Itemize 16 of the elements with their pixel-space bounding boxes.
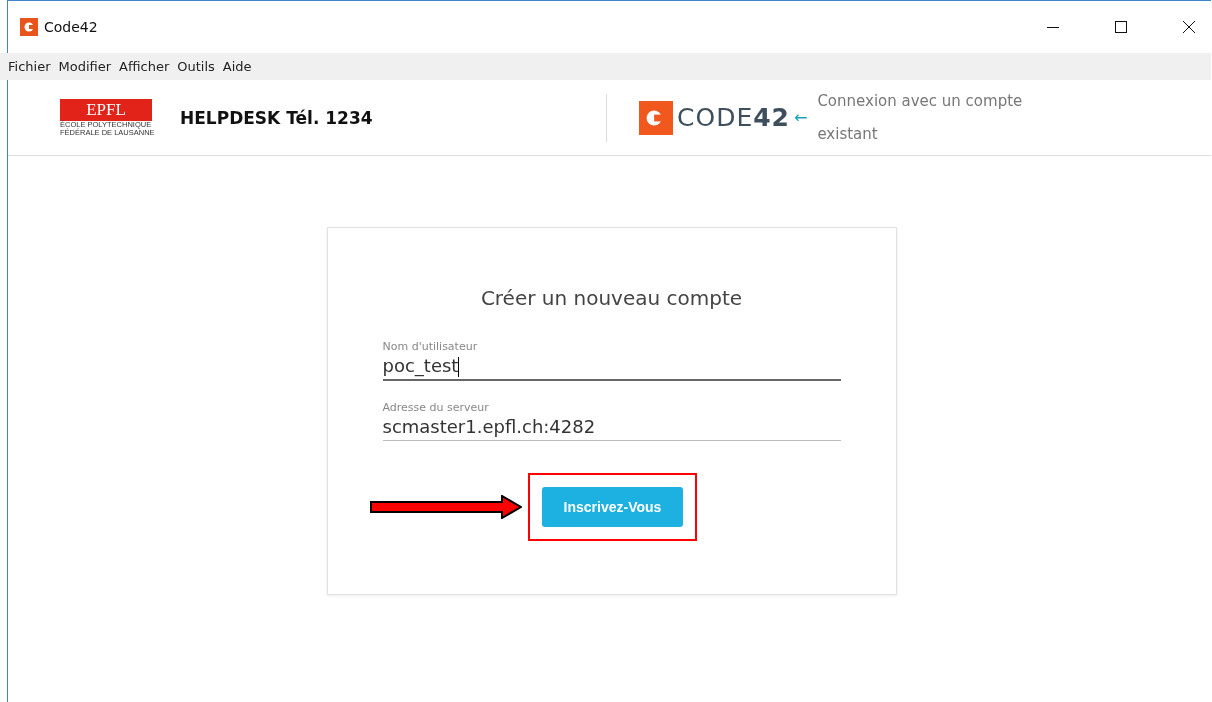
app-logo-icon (20, 18, 38, 36)
helpdesk-phone: HELPDESK Tél. 1234 (180, 107, 374, 128)
maximize-icon[interactable] (1115, 21, 1127, 33)
menu-item[interactable]: Aide (222, 59, 252, 74)
menu-item[interactable]: Outils (177, 59, 215, 74)
code42-logo-icon (639, 100, 673, 135)
login-link[interactable]: Connexion avec un compte existant (817, 84, 1078, 151)
menu-item[interactable]: Modifier (58, 59, 112, 74)
text-field[interactable]: Nom d'utilisateur poc_test (382, 340, 841, 381)
close-icon[interactable] (1183, 21, 1195, 33)
text-field[interactable]: Adresse du serveur scmaster1.epfl.ch:4282 (382, 401, 841, 441)
menu-item[interactable]: Afficher (119, 59, 170, 74)
code42-wordmark: CODE42 (677, 103, 790, 132)
form-title: Créer un nouveau compte (480, 286, 743, 310)
menu-item[interactable]: Fichier (8, 59, 51, 74)
window-title: Code42 (44, 19, 98, 35)
